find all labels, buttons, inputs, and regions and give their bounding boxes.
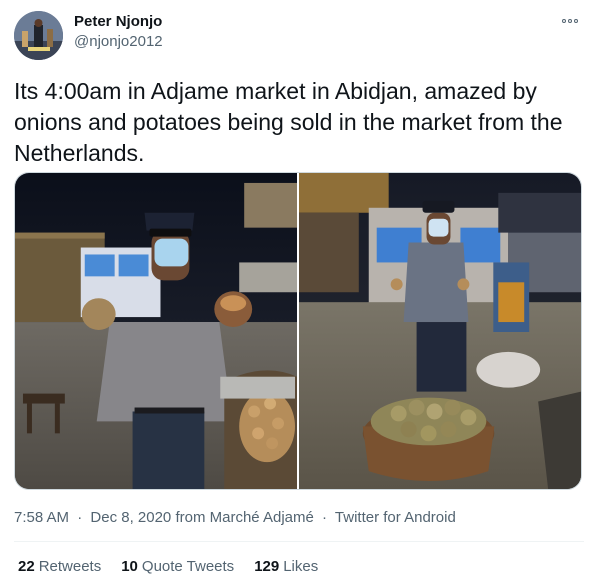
likes-label: Likes xyxy=(283,558,319,575)
photo-man-holding-potatoes[interactable] xyxy=(15,173,297,489)
market-photo-left xyxy=(15,173,297,489)
avatar-photo xyxy=(14,11,63,60)
author-handle[interactable]: @njonjo2012 xyxy=(74,33,163,50)
more-horizontal-icon[interactable] xyxy=(559,12,581,30)
likes-stat[interactable]: 129 Likes xyxy=(254,558,318,575)
avatar[interactable] xyxy=(14,11,63,60)
market-photo-right xyxy=(299,173,581,489)
tweet-card: Peter Njonjo @njonjo2012 Its 4:00am in A… xyxy=(0,0,597,583)
tweet-source[interactable]: Twitter for Android xyxy=(335,509,456,526)
photo-potato-vendor[interactable] xyxy=(299,173,581,489)
likes-count: 129 xyxy=(254,558,280,575)
tweet-date-location[interactable]: Dec 8, 2020 from Marché Adjamé xyxy=(90,509,313,526)
divider xyxy=(14,541,584,542)
meta-separator-2: · xyxy=(322,509,328,526)
tweet-stats: 22 Retweets 10 Quote Tweets 129 Likes xyxy=(18,558,338,575)
retweets-stat[interactable]: 22 Retweets xyxy=(18,558,101,575)
meta-separator: · xyxy=(77,509,83,526)
tweet-text: Its 4:00am in Adjame market in Abidjan, … xyxy=(14,78,563,166)
tweet-meta: 7:58 AM · Dec 8, 2020 from Marché Adjamé… xyxy=(14,509,456,526)
quote-tweets-stat[interactable]: 10 Quote Tweets xyxy=(121,558,234,575)
retweets-count: 22 xyxy=(18,558,35,575)
quote-tweets-count: 10 xyxy=(121,558,138,575)
tweet-media xyxy=(14,172,582,490)
retweets-label: Retweets xyxy=(38,558,102,575)
author-name[interactable]: Peter Njonjo xyxy=(74,13,162,30)
quote-tweets-label: Quote Tweets xyxy=(141,558,235,575)
tweet-time[interactable]: 7:58 AM xyxy=(14,509,69,526)
